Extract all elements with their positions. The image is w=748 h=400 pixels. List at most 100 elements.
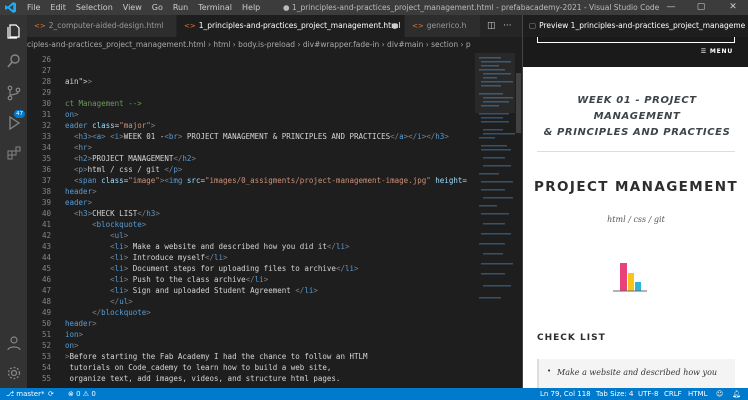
close-window-icon[interactable]: ✕ xyxy=(722,0,744,15)
encoding[interactable]: UTF-8 xyxy=(638,388,658,400)
code-line[interactable]: 33 <h3><a> <i>WEEK 01 -<br> PROJECT MANA… xyxy=(27,131,475,142)
minimap[interactable] xyxy=(475,53,515,388)
tab-project-management[interactable]: <> 1_principles-and-practices_project_man… xyxy=(177,15,405,37)
cursor-position[interactable]: Ln 79, Col 118 xyxy=(540,388,591,400)
vscode-logo-icon xyxy=(5,2,16,13)
code-line[interactable]: 53 >Before starting the Fab Academy I had… xyxy=(27,351,475,362)
code-line[interactable]: 55 organize text, add images, videos, an… xyxy=(27,373,475,384)
preview-tab[interactable]: ▢ Preview 1_principles-and-practices_proj… xyxy=(523,15,748,37)
maximize-icon[interactable]: ▢ xyxy=(690,0,712,15)
search-icon[interactable] xyxy=(6,53,22,69)
run-debug-icon[interactable] xyxy=(6,115,22,131)
code-line[interactable]: 38 header> xyxy=(27,186,475,197)
line-code: ct Management --> xyxy=(65,99,142,108)
preview-menu-label: MENU xyxy=(709,48,733,55)
menu-go[interactable]: Go xyxy=(152,0,163,15)
code-line[interactable]: 48 </ul> xyxy=(27,296,475,307)
tab-size[interactable]: Tab Size: 4 xyxy=(596,388,633,400)
line-number: 38 xyxy=(41,187,51,196)
code-line[interactable]: 34 <hr> xyxy=(27,142,475,153)
explorer-icon[interactable] xyxy=(6,23,22,39)
line-number: 27 xyxy=(41,66,51,75)
menu-edit[interactable]: Edit xyxy=(50,0,66,15)
line-code: <span class="image"><img src="images/0_a… xyxy=(74,176,467,185)
line-number: 53 xyxy=(41,352,51,361)
menu-selection[interactable]: Selection xyxy=(76,0,113,15)
minimize-icon[interactable]: — xyxy=(660,0,682,15)
image-bar-yellow xyxy=(628,273,634,291)
split-editor-icon[interactable]: ◫ xyxy=(487,15,496,37)
line-number: 34 xyxy=(41,143,51,152)
code-line[interactable]: 27 xyxy=(27,65,475,76)
code-editor[interactable]: 26 27 28 ain">> 29 30 ct Management --> 31 on> 32… xyxy=(27,53,475,388)
preview-page-heading: PROJECT MANAGEMENT xyxy=(533,179,739,195)
menu-view[interactable]: View xyxy=(123,0,142,15)
preview-navbar: ☰ MENU xyxy=(523,37,748,67)
code-line[interactable]: 30 ct Management --> xyxy=(27,98,475,109)
menu-help[interactable]: Help xyxy=(242,0,260,15)
line-code: <li> Push to the class archive</li> xyxy=(110,275,269,284)
problems-status[interactable]: ⊗ 0 ⚠ 0 xyxy=(68,388,96,400)
menu-file[interactable]: File xyxy=(27,0,40,15)
menu-run[interactable]: Run xyxy=(173,0,188,15)
code-line[interactable]: 49 </blockquote> xyxy=(27,307,475,318)
line-code: <p>html / css / git </p> xyxy=(74,165,183,174)
code-line[interactable]: 54 tutorials on Code_cademy to learn how… xyxy=(27,362,475,373)
preview-week-title: WEEK 01 - PROJECT MANAGEMENT & PRINCIPLE… xyxy=(537,93,737,141)
line-number: 41 xyxy=(41,220,51,229)
code-line[interactable]: 51 ion> xyxy=(27,329,475,340)
settings-gear-icon[interactable] xyxy=(6,365,22,381)
code-line[interactable]: 43 <li> Make a website and described how… xyxy=(27,241,475,252)
code-line[interactable]: 47 <li> Sign and uploaded Student Agreem… xyxy=(27,285,475,296)
scrollbar-thumb[interactable] xyxy=(516,73,521,133)
branch-name: master* xyxy=(16,390,45,398)
code-line[interactable]: 31 on> xyxy=(27,109,475,120)
line-code: eader class="major"> xyxy=(65,121,156,130)
unsaved-dot-icon[interactable]: ● xyxy=(391,15,398,37)
code-line[interactable]: 42 <ul> xyxy=(27,230,475,241)
code-line[interactable]: 52 on> xyxy=(27,340,475,351)
code-line[interactable]: 39 eader> xyxy=(27,197,475,208)
branch-status[interactable]: ⎇ master* xyxy=(6,388,44,400)
line-number: 51 xyxy=(41,330,51,339)
code-line[interactable]: 35 <h2>PROJECT MANAGEMENT</h2> xyxy=(27,153,475,164)
feedback-icon[interactable]: ☺ xyxy=(716,388,723,400)
tab-generico[interactable]: <> generico.h xyxy=(405,15,481,37)
notifications-bell-icon[interactable]: 🔔︎ xyxy=(732,388,741,400)
line-code: <li> Document steps for uploading files … xyxy=(110,264,359,273)
extensions-icon[interactable] xyxy=(6,145,22,161)
more-actions-icon[interactable]: ··· xyxy=(503,15,512,37)
code-line[interactable]: 28 ain">> xyxy=(27,76,475,87)
line-code: <h3>CHECK LIST</h3> xyxy=(74,209,160,218)
preview-subtitle: html / css / git xyxy=(607,215,665,224)
tab-computer-aided-design[interactable]: <> 2_computer-aided-design.html xyxy=(27,15,177,37)
source-control-icon[interactable] xyxy=(6,85,22,101)
code-line[interactable]: 36 <p>html / css / git </p> xyxy=(27,164,475,175)
code-line[interactable]: 45 <li> Document steps for uploading fil… xyxy=(27,263,475,274)
line-code: header> xyxy=(65,319,97,328)
language-mode[interactable]: HTML xyxy=(688,388,707,400)
code-line[interactable]: 26 xyxy=(27,54,475,65)
line-code: tutorials on Code_cademy to learn how to… xyxy=(65,363,332,372)
code-line[interactable]: 50 header> xyxy=(27,318,475,329)
line-code: eader> xyxy=(65,198,93,207)
breadcrumb[interactable]: ciples-and-practices_project_management.… xyxy=(27,37,522,53)
line-number: 48 xyxy=(41,297,51,306)
code-line[interactable]: 29 xyxy=(27,87,475,98)
line-code: </blockquote> xyxy=(92,308,151,317)
code-line[interactable]: 41 <blockquote> xyxy=(27,219,475,230)
line-number: 29 xyxy=(41,88,51,97)
account-icon[interactable] xyxy=(6,335,22,351)
code-line[interactable]: 46 <li> Push to the class archive</li> xyxy=(27,274,475,285)
code-line[interactable]: 37 <span class="image"><img src="images/… xyxy=(27,175,475,186)
code-line[interactable]: 40 <h3>CHECK LIST</h3> xyxy=(27,208,475,219)
sync-icon[interactable]: ⟳ xyxy=(48,388,54,400)
code-line[interactable]: 44 <li> Introduce myself</li> xyxy=(27,252,475,263)
code-line[interactable]: 32 eader class="major"> xyxy=(27,120,475,131)
preview-menu-button[interactable]: ☰ MENU xyxy=(701,48,733,55)
line-code: </ul> xyxy=(110,297,133,306)
line-ending[interactable]: CRLF xyxy=(664,388,682,400)
editor-scrollbar[interactable] xyxy=(515,53,522,388)
menu-terminal[interactable]: Terminal xyxy=(198,0,232,15)
image-bar-pink xyxy=(620,263,627,291)
